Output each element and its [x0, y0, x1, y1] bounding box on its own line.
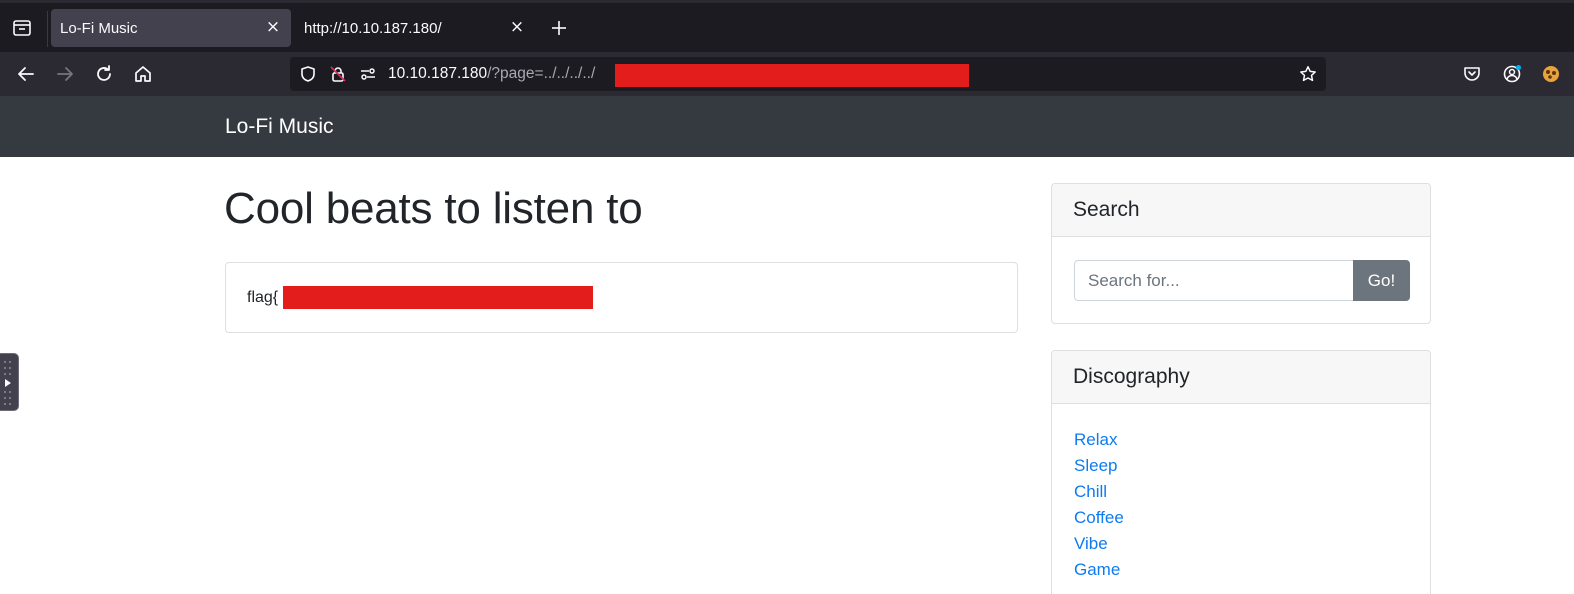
reload-icon[interactable]: [94, 64, 114, 84]
insecure-lock-icon[interactable]: [329, 65, 347, 83]
navigation-bar: 10.10.187.180/?page=../../../../: [0, 52, 1574, 96]
tab-title: Lo-Fi Music: [60, 19, 138, 37]
url-path: /?page=../../../../: [487, 65, 596, 82]
pocket-icon[interactable]: [1462, 64, 1482, 84]
flag-card: flag{}: [225, 262, 1018, 333]
new-tab-plus-icon[interactable]: [548, 17, 570, 39]
tab-divider: [47, 11, 48, 47]
forward-arrow-icon[interactable]: [55, 64, 75, 84]
site-navbar: Lo-Fi Music: [0, 96, 1574, 157]
shield-icon[interactable]: [299, 65, 317, 83]
extension-icon[interactable]: [1541, 64, 1561, 84]
tab-lofi-music[interactable]: Lo-Fi Music ×: [51, 9, 291, 47]
discography-link-sleep[interactable]: Sleep: [1074, 455, 1124, 481]
search-card: Search Go!: [1051, 183, 1431, 324]
page-title: Cool beats to listen to: [224, 184, 643, 233]
search-card-header: Search: [1052, 184, 1430, 237]
url-text[interactable]: 10.10.187.180/?page=../../../../: [388, 65, 595, 83]
discography-card-header: Discography: [1052, 351, 1430, 404]
home-icon[interactable]: [133, 64, 153, 84]
discography-link-coffee[interactable]: Coffee: [1074, 507, 1124, 533]
close-icon[interactable]: ×: [509, 19, 525, 36]
discography-link-vibe[interactable]: Vibe: [1074, 533, 1124, 559]
close-icon[interactable]: ×: [265, 19, 281, 36]
bookmark-star-icon[interactable]: [1299, 65, 1317, 83]
url-redaction-bar: [615, 64, 969, 87]
flag-prefix: flag{: [247, 289, 279, 306]
tab-overview-icon[interactable]: [12, 19, 32, 37]
discography-link-relax[interactable]: Relax: [1074, 429, 1124, 455]
account-icon[interactable]: [1502, 64, 1522, 84]
sidebar-toggle-handle[interactable]: [0, 353, 19, 411]
play-grip-icon: [4, 361, 11, 405]
tab-title: http://10.10.187.180/: [304, 19, 442, 37]
search-input[interactable]: [1074, 260, 1354, 301]
tab-ip-address[interactable]: http://10.10.187.180/ ×: [295, 9, 535, 47]
tab-bar: Lo-Fi Music × http://10.10.187.180/ ×: [0, 0, 1574, 52]
discography-link-chill[interactable]: Chill: [1074, 481, 1124, 507]
site-brand-link[interactable]: Lo-Fi Music: [225, 115, 334, 139]
url-host: 10.10.187.180: [388, 65, 488, 82]
discography-list: Relax Sleep Chill Coffee Vibe Game: [1074, 429, 1124, 585]
address-bar[interactable]: 10.10.187.180/?page=../../../../: [290, 57, 1326, 91]
discography-card: Discography Relax Sleep Chill Coffee Vib…: [1051, 350, 1431, 594]
discography-link-game[interactable]: Game: [1074, 559, 1124, 585]
flag-redaction-bar: [283, 286, 593, 309]
back-arrow-icon[interactable]: [16, 64, 36, 84]
go-button[interactable]: Go!: [1353, 260, 1410, 301]
permissions-icon[interactable]: [359, 65, 377, 83]
